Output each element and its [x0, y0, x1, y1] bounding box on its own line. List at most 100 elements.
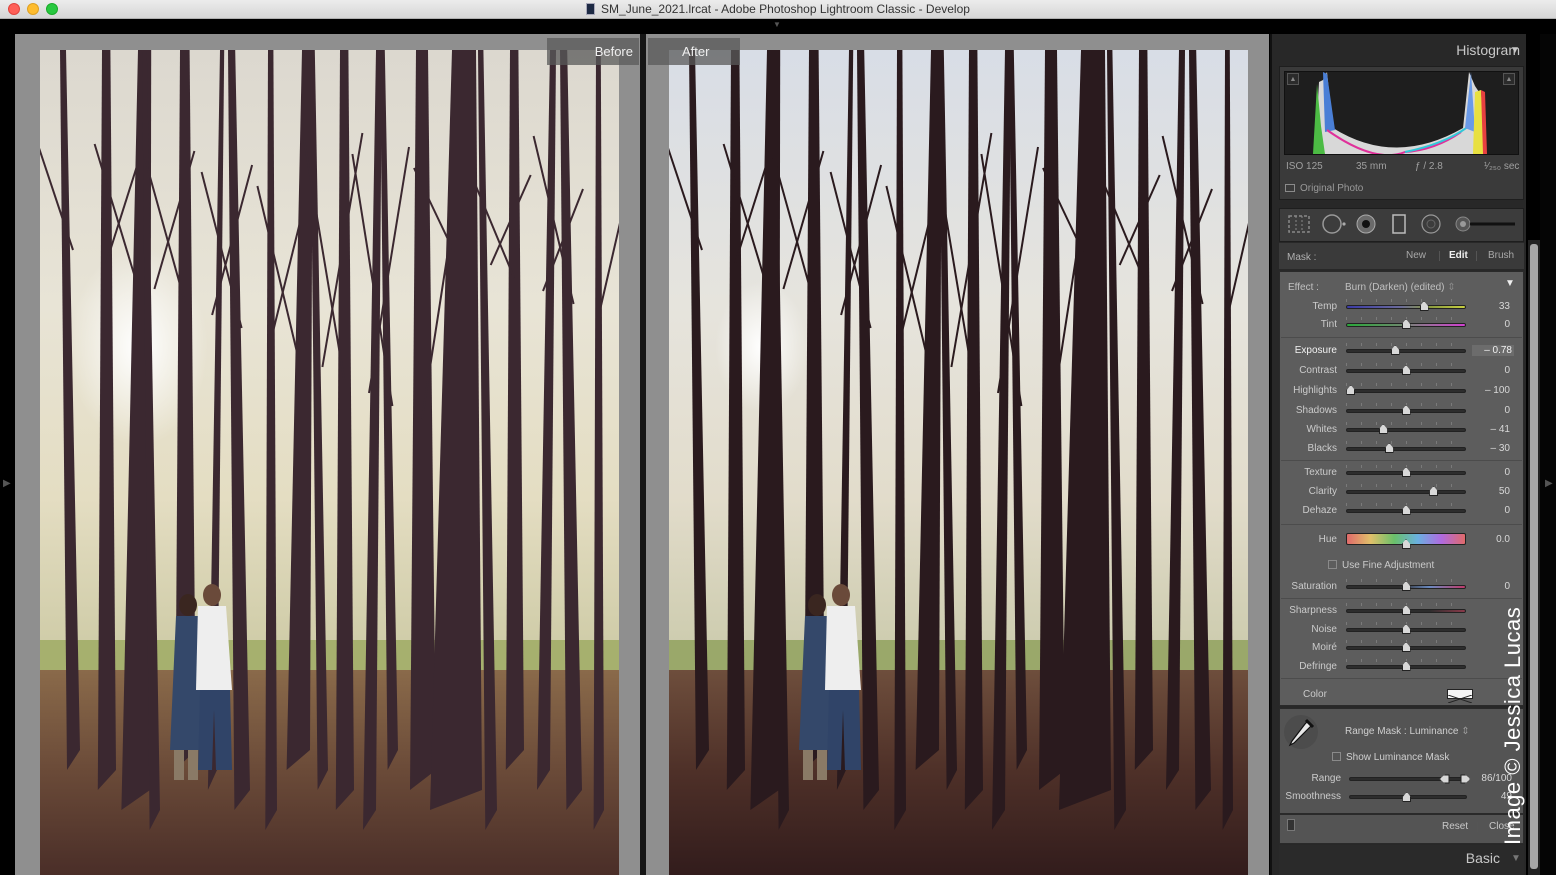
window-title: SM_June_2021.lrcat - Adobe Photoshop Lig… [0, 2, 1556, 16]
clarity-value[interactable]: 50 [1470, 486, 1510, 497]
range-mask-title: Range Mask : Luminance [1345, 726, 1459, 737]
hue-label: Hue [1318, 534, 1337, 545]
dehaze-value[interactable]: 0 [1470, 505, 1510, 516]
reset-button[interactable]: Reset [1442, 821, 1468, 832]
original-photo-checkbox[interactable] [1285, 184, 1295, 192]
exposure-ticks [1346, 343, 1466, 346]
exif-shutter: ¹⁄₂₅₀ sec [1484, 161, 1520, 172]
crop-overlay-icon[interactable] [1287, 214, 1311, 234]
show-luminance-mask-checkbox[interactable] [1332, 752, 1341, 761]
highlights-slider-track[interactable] [1346, 389, 1466, 393]
mask-separator [1476, 251, 1477, 261]
hue-value[interactable]: 0.0 [1470, 534, 1510, 545]
panel-scrollbar-thumb[interactable] [1530, 244, 1538, 869]
whites-label: Whites [1306, 424, 1337, 435]
use-fine-adjustment-label: Use Fine Adjustment [1342, 560, 1435, 571]
right-panel-toggle-icon[interactable]: ▶ [1545, 478, 1553, 489]
whites-value[interactable]: – 41 [1470, 424, 1510, 435]
exposure-value[interactable]: – 0.78 [1472, 345, 1514, 356]
mask-edit-button[interactable]: Edit [1449, 250, 1468, 261]
dropdown-arrows-icon: ⇕ [1461, 726, 1470, 737]
contrast-value[interactable]: 0 [1470, 365, 1510, 376]
compare-divider [640, 34, 646, 875]
temp-ticks [1346, 299, 1466, 302]
highlights-label: Highlights [1293, 385, 1337, 396]
range-mask-type-dropdown[interactable]: Range Mask : Luminance ⇕ [1345, 726, 1470, 737]
no-color-icon [1447, 694, 1473, 704]
blacks-value[interactable]: – 30 [1470, 443, 1510, 454]
shadows-label: Shadows [1295, 405, 1337, 416]
graduated-filter-icon[interactable] [1391, 213, 1407, 235]
section-divider [1281, 460, 1522, 461]
section-divider [1281, 337, 1522, 338]
use-fine-adjustment-checkbox[interactable] [1328, 560, 1337, 569]
before-photo-image [40, 50, 619, 875]
window-title-text: SM_June_2021.lrcat - Adobe Photoshop Lig… [601, 2, 970, 16]
exif-iso: ISO 125 [1286, 161, 1323, 172]
mask-new-button[interactable]: New [1406, 250, 1426, 261]
mask-overlay-toggle[interactable] [1287, 819, 1295, 831]
whites-ticks [1346, 422, 1466, 425]
exposure-slider-track[interactable] [1346, 349, 1466, 353]
after-label: After [648, 38, 740, 65]
histogram-collapse-icon[interactable]: ▼ [1510, 45, 1520, 56]
after-photo[interactable] [669, 50, 1248, 875]
sharpness-label: Sharpness [1289, 605, 1337, 616]
after-photo-image [669, 50, 1248, 875]
effect-preset-dropdown[interactable]: Burn (Darken) (edited) ⇕ [1345, 282, 1456, 293]
blacks-ticks [1346, 441, 1466, 444]
histogram-curve [1313, 72, 1487, 157]
spot-removal-icon[interactable] [1321, 213, 1349, 235]
dropdown-arrows-icon: ⇕ [1447, 282, 1456, 293]
highlight-clipping-toggle[interactable]: ▲ [1503, 73, 1515, 85]
adjustment-footer [1279, 814, 1524, 844]
original-photo-toggle[interactable]: Original Photo [1285, 183, 1363, 194]
radial-filter-icon[interactable] [1420, 213, 1442, 235]
effect-label: Effect : [1288, 282, 1319, 293]
red-eye-icon[interactable] [1355, 213, 1377, 235]
tint-value[interactable]: 0 [1470, 319, 1510, 330]
mask-label: Mask : [1287, 252, 1317, 263]
temp-slider-track[interactable] [1346, 305, 1466, 309]
left-panel-toggle-icon[interactable]: ▶ [3, 478, 11, 489]
basic-collapse-icon[interactable]: ▼ [1511, 853, 1521, 864]
exif-aperture: ƒ / 2.8 [1415, 161, 1443, 172]
mask-separator [1439, 251, 1440, 261]
dehaze-label: Dehaze [1302, 505, 1337, 516]
contrast-label: Contrast [1299, 365, 1337, 376]
saturation-label: Saturation [1291, 581, 1337, 592]
before-label: Before [547, 38, 639, 65]
use-fine-adjustment-toggle[interactable]: Use Fine Adjustment [1328, 560, 1434, 571]
top-panel-toggle-icon[interactable]: ▼ [773, 20, 781, 29]
saturation-value[interactable]: 0 [1470, 581, 1510, 592]
exif-focal-length: 35 mm [1356, 161, 1387, 172]
clarity-slider-track[interactable] [1346, 490, 1466, 494]
highlights-ticks [1346, 383, 1466, 386]
mask-brush-button[interactable]: Brush [1488, 250, 1514, 261]
shadows-value[interactable]: 0 [1470, 405, 1510, 416]
whites-slider-track[interactable] [1346, 428, 1466, 432]
shadow-clipping-toggle[interactable]: ▲ [1287, 73, 1299, 85]
blacks-label: Blacks [1307, 443, 1337, 454]
watermark: Image © Jessica Lucas [1500, 606, 1525, 845]
clarity-label: Clarity [1308, 486, 1337, 497]
defringe-label: Defringe [1299, 661, 1337, 672]
temp-value[interactable]: 33 [1470, 301, 1510, 312]
exposure-label: Exposure [1294, 345, 1337, 356]
highlights-value[interactable]: – 100 [1470, 385, 1510, 396]
color-swatch[interactable] [1447, 689, 1473, 704]
basic-header[interactable]: Basic [1466, 850, 1500, 866]
eyedropper-icon [1288, 718, 1315, 747]
clarity-ticks [1346, 484, 1466, 487]
histogram-graph[interactable] [1284, 71, 1519, 157]
show-luminance-mask-toggle[interactable]: Show Luminance Mask [1332, 752, 1449, 763]
texture-value[interactable]: 0 [1470, 467, 1510, 478]
before-photo[interactable] [40, 50, 619, 875]
blacks-slider-track[interactable] [1346, 447, 1466, 451]
adjustment-brush-icon[interactable] [1453, 214, 1517, 234]
basic-title: Basic [1465, 850, 1500, 866]
range-mask-eyedropper[interactable] [1284, 715, 1318, 749]
section-divider [1281, 678, 1522, 679]
effect-collapse-icon[interactable]: ▼ [1505, 278, 1515, 289]
texture-label: Texture [1304, 467, 1337, 478]
